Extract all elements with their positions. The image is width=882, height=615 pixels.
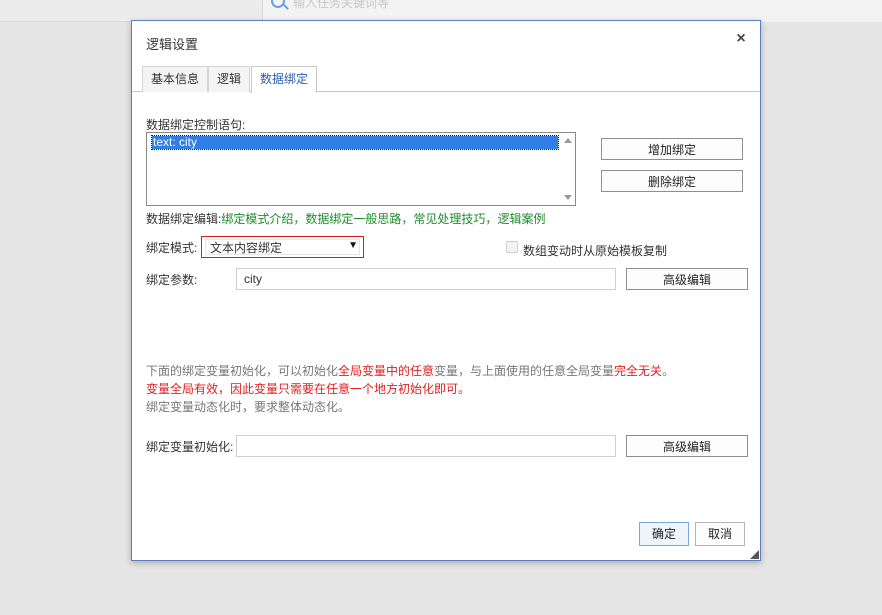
link-separator: ， bbox=[485, 212, 498, 226]
scroll-up-arrow-icon[interactable] bbox=[564, 138, 572, 143]
close-icon[interactable]: × bbox=[734, 30, 748, 48]
ok-button[interactable]: 确定 bbox=[639, 522, 689, 546]
link-common-tips[interactable]: 常见处理技巧 bbox=[413, 212, 485, 226]
advanced-edit-init-button[interactable]: 高级编辑 bbox=[626, 435, 748, 457]
tab-data-binding[interactable]: 数据绑定 bbox=[251, 66, 318, 93]
tab-bar: 基本信息 逻辑 数据绑定 bbox=[132, 66, 760, 93]
copy-template-label: 数组变动时从原始模板复制 bbox=[523, 244, 668, 258]
binding-statement-label: 数据绑定控制语句: bbox=[146, 118, 246, 132]
link-logic-cases[interactable]: 逻辑案例 bbox=[497, 212, 545, 226]
tab-basic-info[interactable]: 基本信息 bbox=[142, 66, 209, 92]
binding-param-input[interactable]: city bbox=[236, 268, 616, 290]
link-separator: ， bbox=[293, 212, 306, 226]
search-icon bbox=[271, 0, 285, 8]
init-variable-input[interactable] bbox=[236, 435, 616, 457]
binding-help-row: 数据绑定编辑:绑定模式介绍，数据绑定一般思路，常见处理技巧，逻辑案例 bbox=[146, 210, 545, 227]
edit-label: 数据绑定编辑: bbox=[146, 212, 222, 226]
background-search-bar[interactable]: 输入任务关键词等 bbox=[262, 0, 882, 22]
remove-binding-button[interactable]: 删除绑定 bbox=[601, 170, 743, 192]
logic-settings-dialog: 逻辑设置 × 基本信息 逻辑 数据绑定 数据绑定控制语句: text: city… bbox=[131, 20, 761, 561]
dialog-title: 逻辑设置 bbox=[146, 37, 199, 52]
search-placeholder: 输入任务关键词等 bbox=[293, 0, 390, 10]
note-line-2: 变量全局有效，因此变量只需要在任意一个地方初始化即可。 bbox=[146, 382, 471, 396]
link-separator: ， bbox=[401, 212, 414, 226]
link-binding-general-approach[interactable]: 数据绑定一般思路 bbox=[305, 212, 401, 226]
cancel-button[interactable]: 取消 bbox=[695, 522, 745, 546]
resize-grip-icon[interactable] bbox=[750, 550, 759, 559]
link-binding-mode-intro[interactable]: 绑定模式介绍 bbox=[221, 212, 293, 226]
binding-param-label: 绑定参数: bbox=[146, 273, 198, 287]
dropdown-arrow-icon: ▼ bbox=[348, 240, 358, 251]
list-item[interactable]: text: city bbox=[151, 135, 559, 150]
scroll-down-arrow-icon[interactable] bbox=[564, 195, 572, 200]
binding-mode-label: 绑定模式: bbox=[146, 241, 198, 255]
note-line-1: 下面的绑定变量初始化，可以初始化全局变量中的任意变量，与上面使用的任意全局变量完… bbox=[146, 364, 675, 378]
init-variable-label: 绑定变量初始化: bbox=[146, 440, 234, 454]
binding-statement-list[interactable]: text: city bbox=[146, 132, 576, 206]
binding-mode-select[interactable]: 文本内容绑定 ▼ bbox=[201, 236, 364, 258]
note-line-3: 绑定变量动态化时，要求整体动态化。 bbox=[146, 400, 351, 414]
tab-logic[interactable]: 逻辑 bbox=[208, 66, 251, 92]
init-notes: 下面的绑定变量初始化，可以初始化全局变量中的任意变量，与上面使用的任意全局变量完… bbox=[146, 362, 746, 416]
binding-mode-value: 文本内容绑定 bbox=[205, 239, 360, 255]
copy-template-checkbox[interactable] bbox=[506, 241, 518, 253]
add-binding-button[interactable]: 增加绑定 bbox=[601, 138, 743, 160]
advanced-edit-param-button[interactable]: 高级编辑 bbox=[626, 268, 748, 290]
